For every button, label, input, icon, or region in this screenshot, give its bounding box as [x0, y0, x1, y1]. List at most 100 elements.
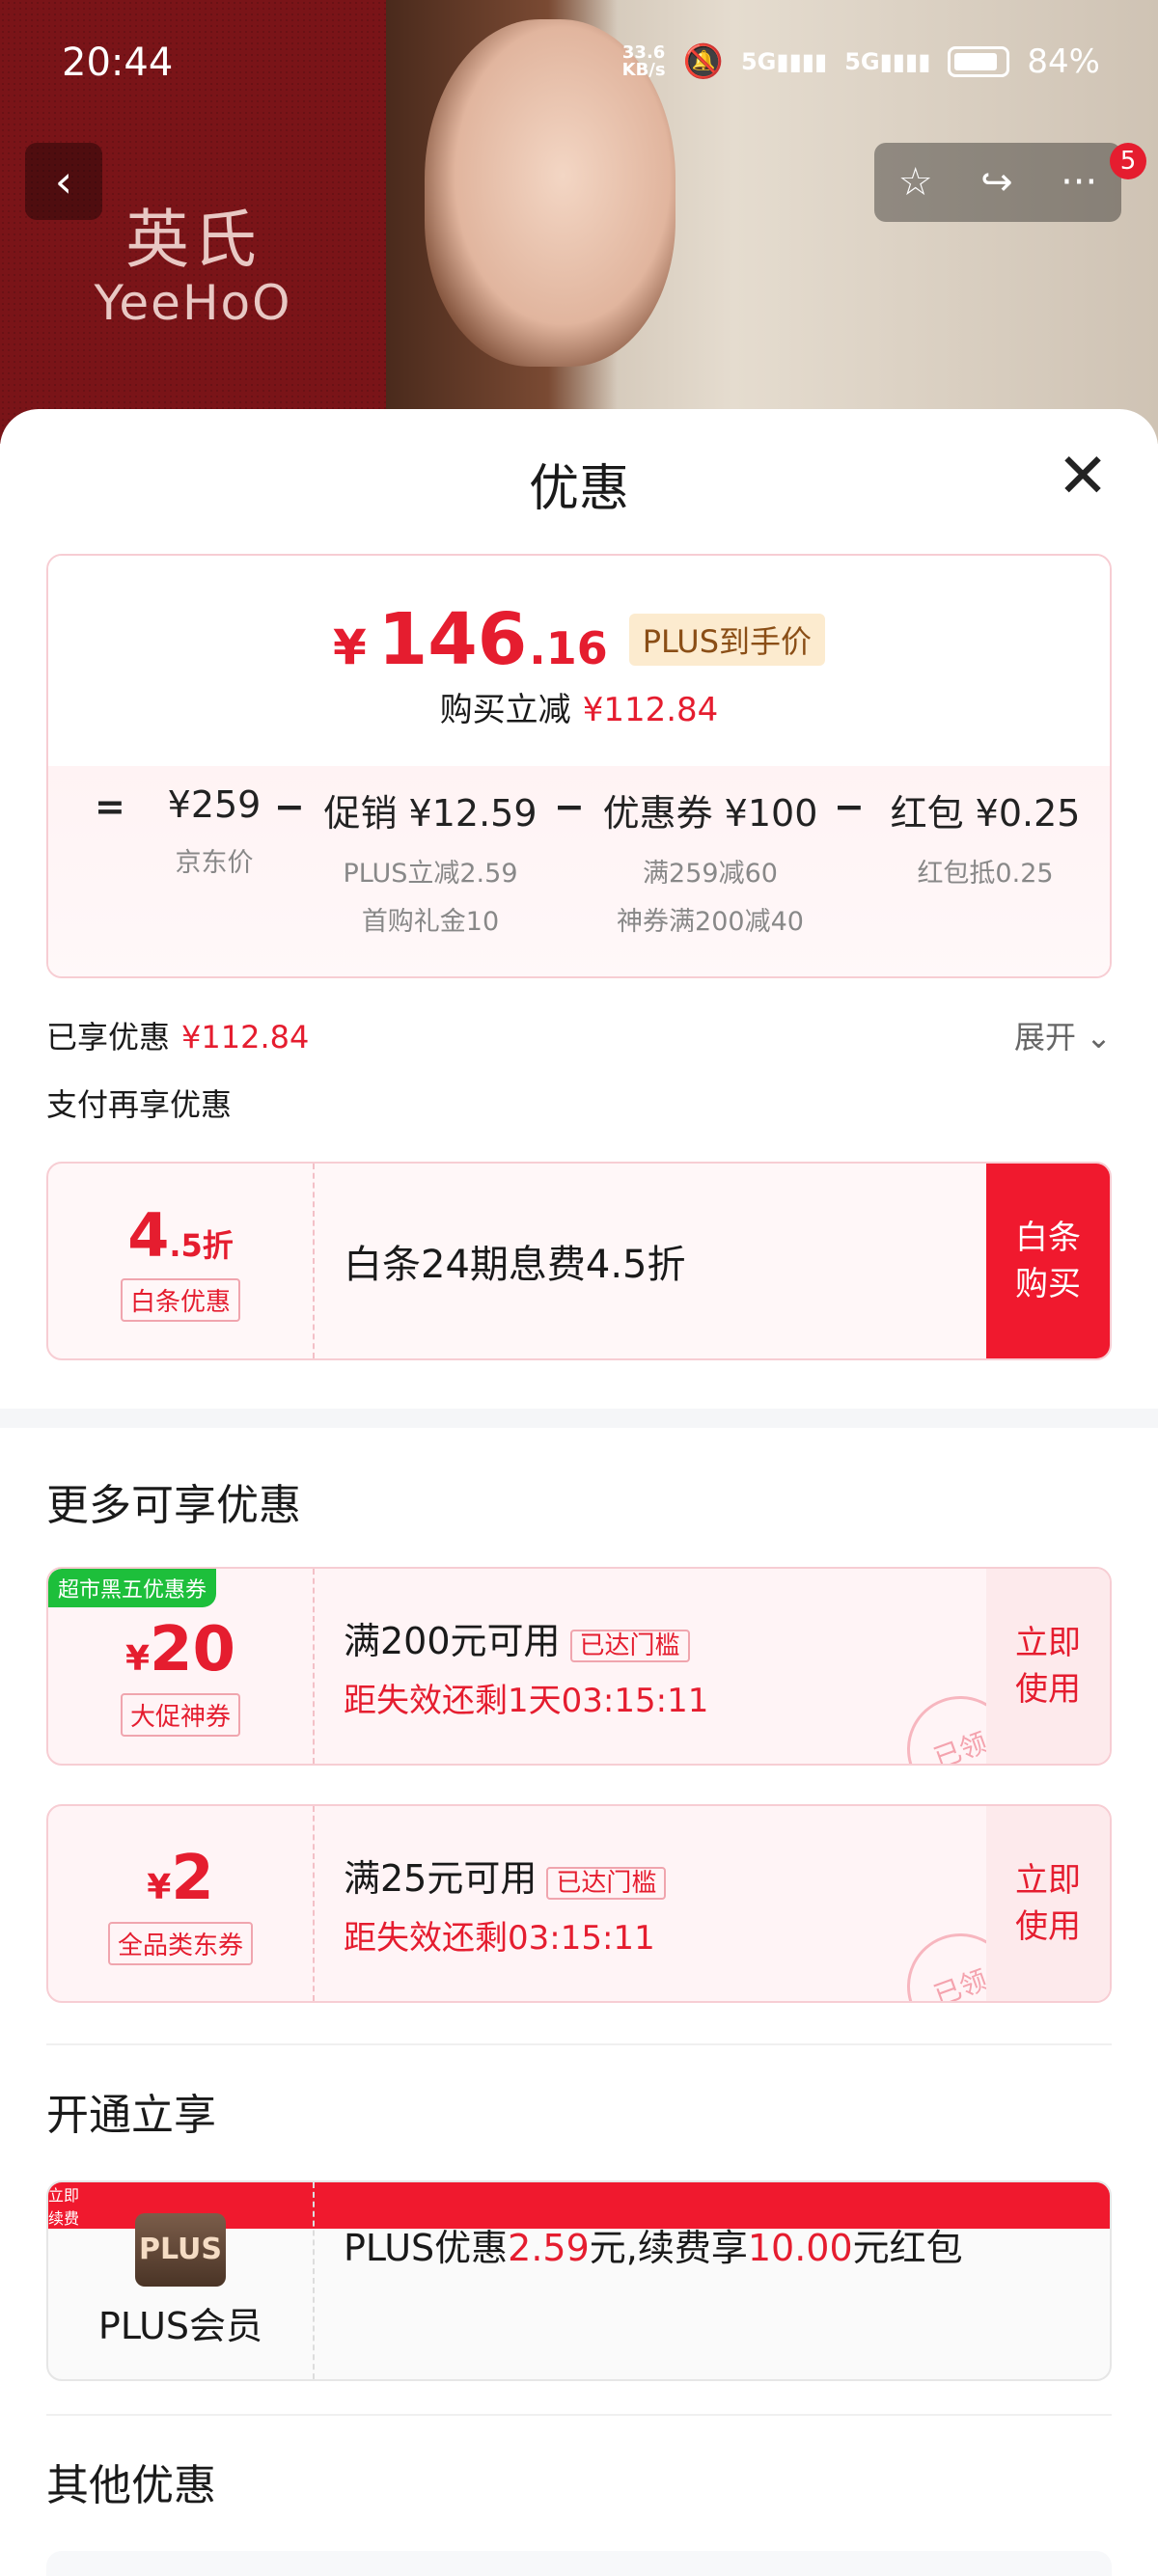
jd-price-label: 京东价: [175, 848, 254, 878]
price-summary-card: ¥ 146 .16 PLUS到手价 购买立减 ¥112.84 = ¥259 京东价…: [46, 554, 1112, 978]
mute-icon: 🔕: [682, 42, 724, 81]
use-now-button[interactable]: 立即 使用: [986, 1569, 1110, 1764]
section-divider: [0, 1409, 1158, 1428]
sheet-title: 优惠: [528, 460, 629, 518]
baitiao-coupon-left: 4.5折 白条优惠: [48, 1164, 315, 1358]
plus-logo: PLUS: [135, 2212, 226, 2287]
plus-membership-card: PLUS PLUS会员 PLUS优惠2.59元,续费享10.00元红包 立即 续…: [46, 2180, 1112, 2381]
use-now-button[interactable]: 立即 使用: [986, 1806, 1110, 2001]
coupon-left: ¥20 大促神券: [48, 1569, 315, 1764]
close-icon[interactable]: ✕: [1054, 446, 1112, 507]
coupon-body: 满200元可用 已达门槛 距失效还剩1天03:15:11: [344, 1569, 708, 1764]
use-now-label: 立即 使用: [1015, 1861, 1081, 1946]
formula-redpack: 红包 ¥0.25 红包抵0.25: [874, 783, 1096, 898]
top-action-group: ☆ ↪ ···: [874, 143, 1121, 222]
notification-badge: 5: [1110, 143, 1146, 179]
network-speed: 33.6 KB/s: [622, 44, 666, 79]
enjoyed-label: 已享优惠: [46, 1019, 171, 1055]
redpack-sub: 红包抵0.25: [917, 859, 1054, 889]
formula-promo: 促销 ¥12.59 PLUS立减2.59 首购礼金10: [315, 783, 546, 946]
price-integer: 146: [377, 598, 528, 681]
coupon-type-tag: 大促神券: [120, 1692, 240, 1737]
threshold-reached-tag: 已达门槛: [546, 1867, 667, 1900]
coupon-countdown: 距失效还剩03:15:11: [344, 1919, 655, 1958]
instant-discount-value: ¥112.84: [582, 691, 719, 729]
battery-level: 84%: [1027, 42, 1100, 81]
baitiao-discount-small: .5折: [169, 1227, 234, 1264]
promo-subtext: PLUS立减2.59 首购礼金10: [315, 850, 546, 946]
final-price-row: ¥ 146 .16 PLUS到手价: [48, 598, 1110, 681]
price-top: ¥ 146 .16 PLUS到手价 购买立减 ¥112.84: [48, 556, 1110, 766]
battery-icon: [948, 46, 1010, 77]
plus-section-title: 开通立享: [46, 2091, 216, 2140]
expand-button[interactable]: 展开 ⌄: [1014, 1013, 1112, 1057]
baitiao-tag: 白条优惠: [120, 1278, 240, 1322]
threshold-reached-tag: 已达门槛: [569, 1630, 690, 1662]
coupon-amount: ¥20: [125, 1614, 235, 1685]
divider: [46, 2043, 1112, 2045]
baitiao-buy-label: 白条 购买: [1015, 1219, 1081, 1303]
brand-logo-en: YeeHoO: [94, 275, 292, 331]
discount-sheet: 优惠 ✕ ¥ 146 .16 PLUS到手价 购买立减 ¥112.84 = ¥25…: [0, 409, 1158, 2576]
plus-desc-e: 元红包: [852, 2227, 963, 2269]
coupon-value: 优惠券 ¥100: [602, 792, 818, 835]
other-discounts-box: [46, 2551, 1112, 2576]
coupon-currency: ¥: [147, 1867, 172, 1907]
coupon-amount-value: 2: [171, 1842, 214, 1914]
more-discounts-title: 更多可享优惠: [46, 1481, 301, 1530]
enjoyed-value: ¥112.84: [181, 1019, 310, 1055]
favorite-star-icon[interactable]: ☆: [898, 160, 933, 205]
brand-logo: 英氏 YeeHoO: [68, 188, 318, 331]
coupon-countdown: 距失效还剩1天03:15:11: [344, 1682, 709, 1720]
other-discounts-title: 其他优惠: [46, 2461, 216, 2510]
price-formula: = ¥259 京东价 − 促销 ¥12.59 PLUS立减2.59 首购礼金10…: [48, 766, 1110, 976]
coupon-condition-row: 满25元可用 已达门槛: [344, 1849, 667, 1902]
minus-sign: −: [274, 785, 305, 828]
enjoyed-discount: 已享优惠 ¥112.84: [46, 1013, 309, 1057]
baitiao-desc: 白条24期息费4.5折: [344, 1243, 686, 1287]
pay-again-label: 支付再享优惠: [46, 1086, 233, 1123]
signal-2-label: 5G: [844, 48, 880, 75]
price-symbol: ¥: [332, 619, 367, 675]
coupon-card: ¥2 全品类东券 满25元可用 已达门槛 距失效还剩03:15:11 已领 立即 …: [46, 1804, 1112, 2003]
formula-coupon: 优惠券 ¥100 满259减60 神券满200减40: [594, 783, 826, 946]
coupon-amount-value: 20: [150, 1613, 236, 1685]
use-now-label: 立即 使用: [1015, 1624, 1081, 1709]
status-icons: 33.6 KB/s 🔕 5G▮▮▮▮ 5G▮▮▮▮ 84%: [622, 42, 1100, 81]
plus-desc-redpack: 10.00: [747, 2227, 853, 2269]
baitiao-buy-button[interactable]: 白条 购买: [986, 1164, 1110, 1358]
plus-desc-c: 元,续费享: [589, 2227, 748, 2269]
plus-desc-amount: 2.59: [508, 2227, 590, 2269]
coupon-type-tag: 全品类东券: [107, 1921, 253, 1965]
plus-price-tag: PLUS到手价: [628, 614, 826, 666]
brand-logo-cn: 英氏: [125, 203, 261, 277]
signal-icon: 5G▮▮▮▮: [740, 48, 828, 75]
promo-sub-2: 首购礼金10: [361, 907, 500, 937]
coupon-condition-row: 满200元可用 已达门槛: [344, 1611, 708, 1664]
share-icon[interactable]: ↪: [980, 160, 1013, 205]
signal-icon: 5G▮▮▮▮: [844, 48, 931, 75]
status-bar: 20:44 33.6 KB/s 🔕 5G▮▮▮▮ 5G▮▮▮▮ 84%: [0, 0, 1158, 129]
back-arrow-icon: ‹: [54, 155, 73, 207]
more-icon[interactable]: ···: [1061, 160, 1097, 205]
plus-member-name: PLUS会员: [97, 2304, 263, 2347]
price-decimal: .16: [529, 622, 608, 674]
coupon-sub-2: 神券满200减40: [617, 907, 804, 937]
status-time: 20:44: [62, 41, 174, 85]
coupon-sub-1: 满259减60: [643, 859, 778, 889]
back-button[interactable]: ‹: [25, 143, 102, 220]
coupon-left: ¥2 全品类东券: [48, 1806, 315, 2001]
coupon-currency: ¥: [124, 1638, 150, 1679]
signal-1-label: 5G: [740, 48, 777, 75]
promo-value: 促销 ¥12.59: [323, 792, 538, 835]
minus-sign: −: [554, 785, 585, 828]
equals-sign: =: [95, 785, 125, 828]
coupon-amount: ¥2: [147, 1843, 214, 1914]
instant-discount-label: 购买立减: [439, 691, 571, 729]
divider: [46, 2414, 1112, 2416]
formula-row: = ¥259 京东价 − 促销 ¥12.59 PLUS立减2.59 首购礼金10…: [48, 783, 1110, 976]
coupon-condition: 满200元可用: [344, 1620, 561, 1662]
coupon-subtext: 满259减60 神券满200减40: [594, 850, 826, 946]
plus-desc-a: PLUS优惠: [344, 2227, 509, 2269]
baitiao-coupon: 4.5折 白条优惠 白条24期息费4.5折 白条 购买: [46, 1162, 1112, 1360]
